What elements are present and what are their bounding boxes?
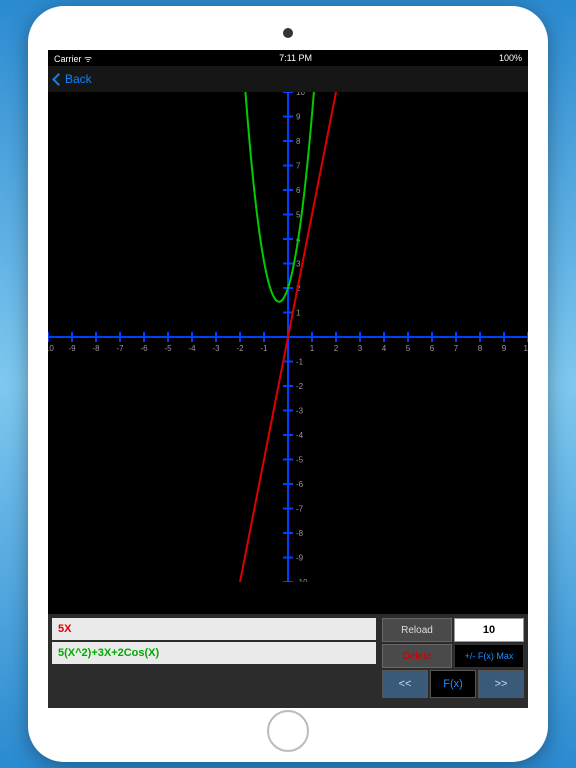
svg-text:8: 8: [296, 137, 301, 146]
home-button[interactable]: [267, 710, 309, 752]
svg-text:9: 9: [502, 344, 507, 353]
svg-text:6: 6: [296, 186, 301, 195]
max-value-display[interactable]: 10: [454, 618, 524, 642]
svg-text:-7: -7: [116, 344, 124, 353]
next-button[interactable]: >>: [478, 670, 524, 698]
svg-text:10: 10: [296, 92, 305, 97]
svg-text:-3: -3: [212, 344, 220, 353]
function-expr-2: 5(X^2)+3X+2Cos(X): [58, 647, 159, 659]
svg-text:9: 9: [296, 113, 301, 122]
svg-text:3: 3: [358, 344, 363, 353]
status-battery: 100%: [499, 53, 522, 63]
svg-text:1: 1: [296, 309, 301, 318]
svg-text:-2: -2: [296, 382, 304, 391]
svg-text:-10: -10: [48, 344, 54, 353]
svg-text:-4: -4: [296, 431, 304, 440]
svg-text:-3: -3: [296, 407, 304, 416]
reload-button[interactable]: Reload: [382, 618, 452, 642]
function-list: 5X 5(X^2)+3X+2Cos(X): [52, 618, 376, 704]
svg-text:8: 8: [478, 344, 483, 353]
svg-text:-2: -2: [236, 344, 244, 353]
status-time: 7:11 PM: [279, 53, 312, 63]
device-camera: [283, 28, 293, 38]
svg-text:-9: -9: [296, 554, 304, 563]
svg-text:-6: -6: [296, 480, 304, 489]
chart-canvas: -10 -9 -8 -7 -6 -5 -4 -3 -2 -1 1 2 3 4 5 6 7 8 9 10 -10 -9 -8 -…: [48, 92, 528, 582]
svg-text:-5: -5: [164, 344, 172, 353]
status-bar: Carrier ᯤ 7:11 PM 100%: [48, 50, 528, 66]
nav-bar: Back: [48, 66, 528, 92]
bottom-panel: 5X 5(X^2)+3X+2Cos(X) Reload 10 Delete +/…: [48, 614, 528, 708]
svg-text:7: 7: [296, 162, 301, 171]
svg-text:6: 6: [430, 344, 435, 353]
function-expr-1: 5X: [58, 623, 71, 635]
chevron-left-icon: [52, 73, 65, 86]
svg-text:-4: -4: [188, 344, 196, 353]
svg-text:-5: -5: [296, 456, 304, 465]
svg-text:5: 5: [406, 344, 411, 353]
function-row-1[interactable]: 5X: [52, 618, 376, 640]
svg-text:-6: -6: [140, 344, 148, 353]
ipad-device-frame: Carrier ᯤ 7:11 PM 100% Back -10-9-8-7-6-…: [28, 6, 548, 762]
back-button[interactable]: Back: [54, 72, 92, 86]
svg-text:10: 10: [524, 344, 528, 353]
svg-text:-9: -9: [68, 344, 76, 353]
svg-text:2: 2: [334, 344, 339, 353]
svg-text:-10: -10: [296, 578, 308, 582]
fx-button[interactable]: F(x): [430, 670, 476, 698]
svg-text:4: 4: [382, 344, 387, 353]
svg-text:1: 1: [310, 344, 315, 353]
svg-text:-7: -7: [296, 505, 304, 514]
side-controls: Reload 10 Delete +/- F(x) Max << F(x) >>: [382, 618, 524, 704]
max-label[interactable]: +/- F(x) Max: [454, 644, 524, 668]
svg-text:7: 7: [454, 344, 459, 353]
graph-area[interactable]: -10 -9 -8 -7 -6 -5 -4 -3 -2 -1 1 2 3 4 5 6 7 8 9 10 -10 -9 -8 -…: [48, 92, 528, 582]
device-screen: Carrier ᯤ 7:11 PM 100% Back -10-9-8-7-6-…: [48, 50, 528, 708]
svg-text:-1: -1: [296, 358, 304, 367]
svg-text:3: 3: [296, 260, 301, 269]
function-row-2[interactable]: 5(X^2)+3X+2Cos(X): [52, 642, 376, 664]
svg-text:-8: -8: [92, 344, 100, 353]
svg-text:-8: -8: [296, 529, 304, 538]
svg-text:-1: -1: [260, 344, 268, 353]
delete-button[interactable]: Delete: [382, 644, 452, 668]
prev-button[interactable]: <<: [382, 670, 428, 698]
status-carrier: Carrier ᯤ: [54, 52, 92, 65]
back-label: Back: [65, 72, 92, 86]
